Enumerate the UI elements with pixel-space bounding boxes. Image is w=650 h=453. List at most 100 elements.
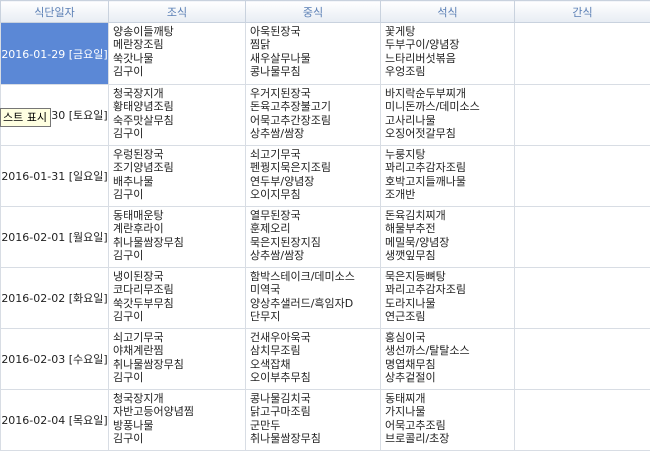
breakfast-cell[interactable]: 냉이된장국 코다리무조림 쑥갓두부무침 김구이 <box>108 267 246 329</box>
menu-item: 배추나물 <box>113 174 154 188</box>
lunch-cell[interactable]: 콩나물김치국 닭고구마조림 군만두 취나물쌈장무침 <box>245 389 381 451</box>
menu-item: 청국장지개 <box>113 392 164 405</box>
date-cell[interactable]: 2016-02-01 [월요일] <box>0 206 109 268</box>
menu-item: 미니돈까스/데미소스 <box>385 100 480 114</box>
dinner-cell[interactable]: 동태찌개 가지나물 어묵고추조림 브로콜리/초장 <box>380 389 515 451</box>
menu-item: 양상추샐러드/흑임자D <box>250 296 354 310</box>
menu-item: 황태양념조림 <box>113 100 174 114</box>
menu-item: 호박고지들깨나물 <box>385 174 466 188</box>
column-header-snack[interactable]: 간식 <box>514 0 650 23</box>
column-header-date[interactable]: 식단일자 <box>0 0 109 23</box>
menu-item: 방풍나물 <box>113 418 154 432</box>
menu-item: 닭고구마조림 <box>250 405 311 419</box>
menu-item: 생선까스/탈탈소스 <box>385 344 470 358</box>
dinner-cell[interactable]: 홍심이국 생선까스/탈탈소스 명엽채무침 상추겉절이 <box>380 328 515 390</box>
menu-item: 삼치무조림 <box>250 344 301 358</box>
breakfast-cell[interactable]: 우렁된장국 조기양념조림 배추나물 김구이 <box>108 145 246 207</box>
lunch-cell[interactable]: 우거지된장국 돈육고추장불고기 어묵고추간장조림 상추쌈/쌈장 <box>245 84 381 146</box>
menu-item: 아욱된장국 <box>250 25 301 38</box>
table-row[interactable]: 2016-01-30 [토요일] 청국장지개 황태양념조림 숙주맛살무침 김구이 우거지된… <box>0 84 650 146</box>
menu-item: 오이부추무침 <box>250 371 311 385</box>
menu-item: 돈육김치찌개 <box>385 209 446 222</box>
lunch-cell[interactable]: 쇠고기무국 펜꿩지묵은지조림 연두부/양념장 오이지무침 <box>245 145 381 207</box>
menu-item: 새우살무나물 <box>250 51 311 65</box>
menu-item: 조개반 <box>385 188 416 202</box>
dinner-cell[interactable]: 돈육김치찌개 해물부추전 메밀묵/양념장 생깻잎무침 <box>380 206 515 268</box>
menu-item: 생깻잎무침 <box>385 249 436 263</box>
menu-item: 꽃게탕 <box>385 25 416 38</box>
table-row[interactable]: 2016-02-03 [수요일] 쇠고기무국 야채계란찜 취나물쌈장무침 김구이 건새우아… <box>0 328 650 390</box>
tooltip: 스트 표시 <box>0 108 51 127</box>
menu-item: 김구이 <box>113 188 144 202</box>
menu-item: 쑥갓나물 <box>113 51 154 65</box>
lunch-cell[interactable]: 함박스테이크/데미소스 미역국 양상추샐러드/흑임자D 단무지 <box>245 267 381 329</box>
column-header-lunch[interactable]: 중식 <box>245 0 381 23</box>
menu-item: 쇠고기무국 <box>113 331 164 344</box>
menu-item: 군만두 <box>250 418 281 432</box>
menu-item: 메란장조림 <box>113 38 164 52</box>
menu-item: 꽈리고추감자조림 <box>385 161 466 175</box>
menu-item: 오색잡채 <box>250 357 291 371</box>
menu-item: 건새우아욱국 <box>250 331 311 344</box>
menu-item: 두부구이/양념장 <box>385 38 460 52</box>
snack-cell[interactable] <box>514 206 650 268</box>
breakfast-cell[interactable]: 쇠고기무국 야채계란찜 취나물쌈장무침 김구이 <box>108 328 246 390</box>
menu-item: 취나물쌈장무침 <box>250 432 321 446</box>
menu-item: 상추겉절이 <box>385 371 436 385</box>
menu-item: 브로콜리/초장 <box>385 432 450 446</box>
menu-item: 우엉조림 <box>385 65 426 79</box>
menu-item: 찜닭 <box>250 38 271 52</box>
snack-cell[interactable] <box>514 328 650 390</box>
menu-item: 메밀묵/양념장 <box>385 235 450 249</box>
menu-item: 열무된장국 <box>250 209 301 222</box>
breakfast-cell[interactable]: 청국장지개 자반고등어양념찜 방풍나물 김구이 <box>108 389 246 451</box>
menu-item: 콩나물무침 <box>250 65 301 79</box>
meal-table: 식단일자 조식 중식 석식 간식 2016-01-29 [금요일] 양송이들깨탕 메… <box>0 0 650 451</box>
menu-item: 어묵고추간장조림 <box>250 113 331 127</box>
snack-cell[interactable] <box>514 22 650 85</box>
menu-item: 김구이 <box>113 65 144 79</box>
menu-item: 청국장지개 <box>113 87 164 100</box>
menu-item: 고사리나물 <box>385 113 436 127</box>
menu-item: 조기양념조림 <box>113 161 174 175</box>
date-cell[interactable]: 2016-02-04 [목요일] <box>0 389 109 451</box>
menu-item: 김구이 <box>113 371 144 385</box>
table-row[interactable]: 2016-02-01 [월요일] 동태매운탕 계란후라이 취나물쌈장무침 김구이 열무된장… <box>0 206 650 268</box>
column-header-dinner[interactable]: 석식 <box>380 0 515 23</box>
lunch-cell[interactable]: 아욱된장국 찜닭 새우살무나물 콩나물무침 <box>245 22 381 85</box>
breakfast-cell[interactable]: 양송이들깨탕 메란장조림 쑥갓나물 김구이 <box>108 22 246 85</box>
snack-cell[interactable] <box>514 145 650 207</box>
dinner-cell[interactable]: 꽃게탕 두부구이/양념장 느타리버섯볶음 우엉조림 <box>380 22 515 85</box>
dinner-cell[interactable]: 누룽지탕 꽈리고추감자조림 호박고지들깨나물 조개반 <box>380 145 515 207</box>
lunch-cell[interactable]: 열무된장국 훈제오리 묵은지된장지짐 상추쌈/쌈장 <box>245 206 381 268</box>
column-header-breakfast[interactable]: 조식 <box>108 0 246 23</box>
date-cell[interactable]: 2016-01-31 [일요일] <box>0 145 109 207</box>
date-cell[interactable]: 2016-02-03 [수요일] <box>0 328 109 390</box>
menu-item: 묵은지된장지짐 <box>250 235 321 249</box>
lunch-cell[interactable]: 건새우아욱국 삼치무조림 오색잡채 오이부추무침 <box>245 328 381 390</box>
table-row[interactable]: 2016-02-04 [목요일] 청국장지개 자반고등어양념찜 방풍나물 김구이 콩나물김… <box>0 389 650 451</box>
date-cell[interactable]: 2016-01-29 [금요일] <box>0 22 109 85</box>
snack-cell[interactable] <box>514 389 650 451</box>
snack-cell[interactable] <box>514 267 650 329</box>
table-row[interactable]: 2016-01-31 [일요일] 우렁된장국 조기양념조림 배추나물 김구이 쇠고기무국 펜… <box>0 145 650 207</box>
breakfast-cell[interactable]: 동태매운탕 계란후라이 취나물쌈장무침 김구이 <box>108 206 246 268</box>
dinner-cell[interactable]: 묵은지등뼈탕 꽈리고추감자조림 도라지나물 연근조림 <box>380 267 515 329</box>
menu-item: 야채계란찜 <box>113 344 164 358</box>
menu-item: 꽈리고추감자조림 <box>385 283 466 297</box>
menu-item: 돈육고추장불고기 <box>250 100 331 114</box>
table-row[interactable]: 2016-01-29 [금요일] 양송이들깨탕 메란장조림 쑥갓나물 김구이 아욱된장국 찜… <box>0 22 650 85</box>
snack-cell[interactable] <box>514 84 650 146</box>
dinner-cell[interactable]: 바지락순두부찌개 미니돈까스/데미소스 고사리나물 오징어젓갈무침 <box>380 84 515 146</box>
date-cell[interactable]: 2016-02-02 [화요일] <box>0 267 109 329</box>
menu-item: 홍심이국 <box>385 331 426 344</box>
menu-item: 해물부추전 <box>385 222 436 236</box>
menu-item: 명엽채무침 <box>385 357 436 371</box>
table-row[interactable]: 2016-02-02 [화요일] 냉이된장국 코다리무조림 쑥갓두부무침 김구이 함박스테… <box>0 267 650 329</box>
menu-item: 김구이 <box>113 432 144 446</box>
menu-item: 취나물쌈장무침 <box>113 235 184 249</box>
menu-item: 우거지된장국 <box>250 87 311 100</box>
menu-item: 바지락순두부찌개 <box>385 87 466 100</box>
menu-item: 훈제오리 <box>250 222 291 236</box>
breakfast-cell[interactable]: 청국장지개 황태양념조림 숙주맛살무침 김구이 <box>108 84 246 146</box>
